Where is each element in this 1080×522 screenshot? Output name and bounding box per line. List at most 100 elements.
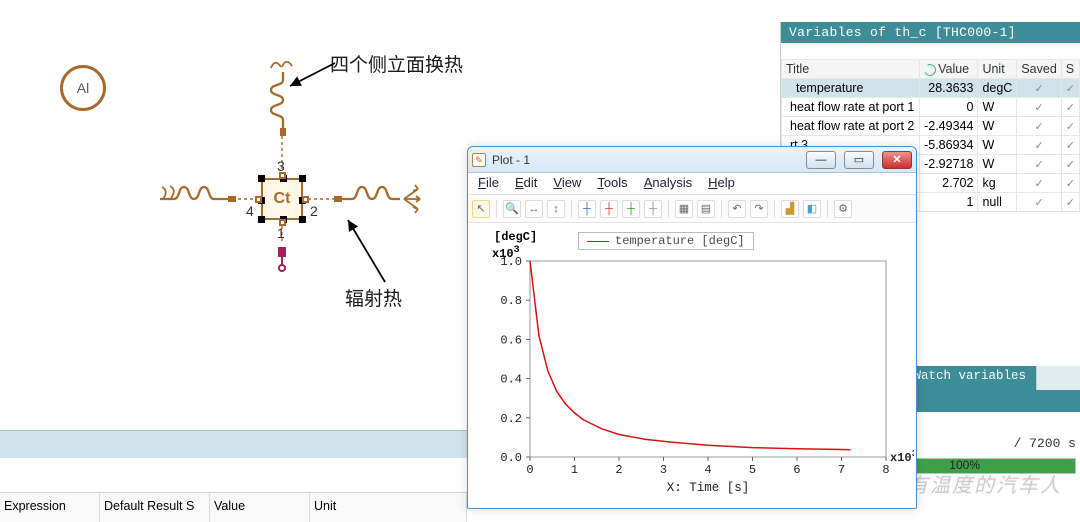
terminal-bottom [274, 246, 290, 276]
cell-s[interactable]: ✓ [1061, 193, 1079, 212]
svg-text:8: 8 [882, 463, 889, 477]
handle[interactable] [258, 216, 265, 223]
variables-panel-title: Variables of th_c [THC000-1] [781, 22, 1080, 43]
menu-view[interactable]: View [553, 175, 581, 194]
cell-s[interactable]: ✓ [1061, 136, 1079, 155]
port-label-3: 3 [277, 158, 285, 174]
cell-unit: degC [978, 79, 1017, 98]
al-node: Al [60, 65, 106, 111]
variables-row[interactable]: heat flow rate at port 2-2.49344W✓✓ [782, 117, 1080, 136]
refresh-icon [922, 62, 937, 77]
svg-text:5: 5 [749, 463, 756, 477]
plot-chart[interactable]: 0.00.20.40.60.81.0012345678x103X: Time [… [488, 245, 914, 505]
cell-value: -2.92718 [920, 155, 978, 174]
variables-row[interactable]: temperature28.3633degC✓✓ [782, 79, 1080, 98]
tool-undo-icon[interactable]: ↶ [728, 200, 746, 218]
menu-help[interactable]: Help [708, 175, 735, 194]
cell-value: 2.702 [920, 174, 978, 193]
cell-saved[interactable]: ✓ [1017, 155, 1061, 174]
col-default-result[interactable]: Default Result S [100, 493, 210, 522]
tool-redo-icon[interactable]: ↷ [750, 200, 768, 218]
convection-left [160, 184, 255, 214]
svg-text:0.4: 0.4 [500, 373, 522, 387]
cell-title: heat flow rate at port 1 [782, 98, 920, 117]
tool-palette-icon[interactable]: ◧ [803, 200, 821, 218]
tool-marker1-icon[interactable]: ┼ [578, 200, 596, 218]
cell-saved[interactable]: ✓ [1017, 174, 1061, 193]
tool-zoomy-icon[interactable]: ↕ [547, 200, 565, 218]
cell-saved[interactable]: ✓ [1017, 136, 1061, 155]
svg-text:0.2: 0.2 [500, 412, 522, 426]
tab-watch-variables[interactable]: Watch variables [904, 366, 1038, 390]
tool-hist-icon[interactable]: ▟ [781, 200, 799, 218]
cell-saved[interactable]: ✓ [1017, 193, 1061, 212]
handle[interactable] [258, 175, 265, 182]
svg-text:3: 3 [660, 463, 667, 477]
cell-title: heat flow rate at port 2 [782, 117, 920, 136]
tool-cursor-icon[interactable]: ↖ [472, 200, 490, 218]
col-unit[interactable]: Unit [978, 60, 1017, 79]
cell-unit: W [978, 117, 1017, 136]
cell-s[interactable]: ✓ [1061, 155, 1079, 174]
menu-edit[interactable]: Edit [515, 175, 537, 194]
arrow-bottom [340, 210, 410, 290]
cell-title: temperature [782, 79, 920, 98]
cell-s[interactable]: ✓ [1061, 98, 1079, 117]
cell-unit: W [978, 98, 1017, 117]
col-expression[interactable]: Expression [0, 493, 100, 522]
cell-saved[interactable]: ✓ [1017, 98, 1061, 117]
plot-titlebar[interactable]: ✎ Plot - 1 — ▭ ✕ [468, 147, 916, 173]
schematic: Al 四个侧立面换热 辐射热 [40, 50, 470, 350]
tool-zoomx-icon[interactable]: ↔ [525, 200, 543, 218]
port-right[interactable] [302, 196, 309, 203]
port-left[interactable] [255, 196, 262, 203]
tool-marker2-icon[interactable]: ┼ [600, 200, 618, 218]
svg-text:0.8: 0.8 [500, 294, 522, 308]
status-time: / 7200 s [1014, 436, 1076, 451]
port-label-1: 1 [277, 225, 285, 241]
plot-window[interactable]: ✎ Plot - 1 — ▭ ✕ File Edit View Tools An… [467, 146, 917, 509]
col-s[interactable]: S [1061, 60, 1079, 79]
handle[interactable] [299, 175, 306, 182]
cell-s[interactable]: ✓ [1061, 79, 1079, 98]
window-maximize-button[interactable]: ▭ [844, 151, 874, 169]
svg-text:6: 6 [793, 463, 800, 477]
menu-analysis[interactable]: Analysis [644, 175, 692, 194]
handle[interactable] [299, 216, 306, 223]
svg-text:4: 4 [704, 463, 711, 477]
col-saved[interactable]: Saved [1017, 60, 1061, 79]
svg-text:x103: x103 [890, 449, 914, 465]
ct-block[interactable]: Ct [261, 178, 303, 220]
col-value[interactable]: Value [920, 60, 978, 79]
variables-header-row[interactable]: Title Value Unit Saved S [782, 60, 1080, 79]
cell-saved[interactable]: ✓ [1017, 79, 1061, 98]
tool-zoom-icon[interactable]: 🔍 [503, 200, 521, 218]
variables-row[interactable]: heat flow rate at port 10W✓✓ [782, 98, 1080, 117]
cell-value: 28.3633 [920, 79, 978, 98]
port-label-4: 4 [246, 203, 254, 219]
window-minimize-button[interactable]: — [806, 151, 836, 169]
cell-unit: W [978, 155, 1017, 174]
tool-panel-icon[interactable]: ▤ [697, 200, 715, 218]
col-unit[interactable]: Unit [310, 493, 467, 522]
cell-s[interactable]: ✓ [1061, 117, 1079, 136]
plot-toolbar: ↖ 🔍 ↔ ↕ ┼ ┼ ┼ ┼ ▦ ▤ ↶ ↷ ▟ ◧ ⚙ [468, 195, 916, 223]
horizontal-divider [0, 430, 467, 458]
cell-saved[interactable]: ✓ [1017, 117, 1061, 136]
tool-marker4-icon[interactable]: ┼ [644, 200, 662, 218]
cell-s[interactable]: ✓ [1061, 174, 1079, 193]
cell-value: -5.86934 [920, 136, 978, 155]
menu-file[interactable]: File [478, 175, 499, 194]
menu-tools[interactable]: Tools [597, 175, 627, 194]
tool-settings-icon[interactable]: ⚙ [834, 200, 852, 218]
expression-table-header: Expression Default Result S Value Unit [0, 492, 467, 522]
col-title[interactable]: Title [782, 60, 920, 79]
window-close-button[interactable]: ✕ [882, 151, 912, 169]
svg-text:1.0: 1.0 [500, 255, 522, 269]
tool-grid-icon[interactable]: ▦ [675, 200, 693, 218]
svg-text:0.0: 0.0 [500, 451, 522, 465]
svg-text:1: 1 [571, 463, 578, 477]
ct-label: Ct [274, 190, 291, 208]
tool-marker3-icon[interactable]: ┼ [622, 200, 640, 218]
col-value[interactable]: Value [210, 493, 310, 522]
